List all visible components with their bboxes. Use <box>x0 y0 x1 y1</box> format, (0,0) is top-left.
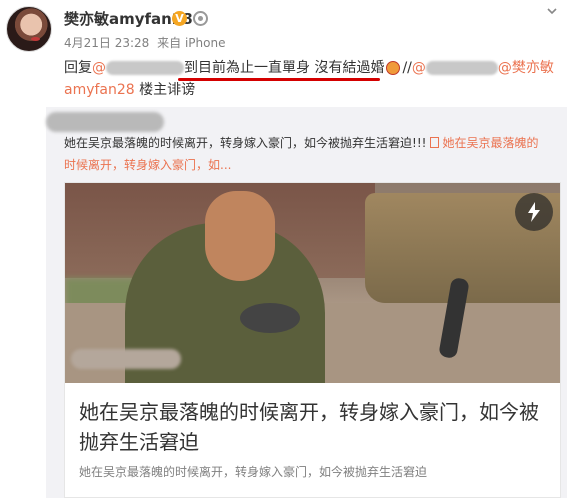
blurred-username-2 <box>425 61 498 75</box>
angry-emoji-icon <box>386 61 401 75</box>
red-underline-annotation <box>178 78 380 81</box>
repost-link-cont[interactable]: 时候离开，转身嫁入豪门，如... <box>64 157 231 173</box>
mention-author[interactable]: @樊亦敏 <box>498 60 554 76</box>
post-text-line2: amyfan28 楼主诽谤 <box>64 80 195 100</box>
chevron-down-icon[interactable] <box>545 5 559 19</box>
repost-body: 她在吴京最落魄的时候离开，转身嫁入豪门，如今被抛弃生活窘迫!!! <box>64 136 427 150</box>
highlighted-text: 到目前為止一直單身 沒有結過婚 <box>184 60 385 76</box>
mention-at[interactable]: @ <box>92 60 106 76</box>
verified-icon: V <box>172 11 187 26</box>
mention-author-cont[interactable]: amyfan28 <box>64 82 135 98</box>
reply-prefix: 回复 <box>64 60 92 76</box>
article-title[interactable]: 她在吴京最落魄的时候离开，转身嫁入豪门，如今被抛弃生活窘迫 <box>79 397 549 457</box>
lightning-icon[interactable] <box>515 193 553 231</box>
post-text-line1: 回复@ 到目前為止一直單身 沒有結過婚//@ @樊亦敏 <box>64 58 554 78</box>
post-meta: 4月21日 23:28 来自 iPhone <box>64 35 229 51</box>
blurred-watermark <box>71 349 181 369</box>
weibo-post: 樊亦敏amyfan28 V 4月21日 23:28 来自 iPhone 回复@ 到… <box>0 0 567 498</box>
blurred-repost-author <box>46 112 164 132</box>
article-link-icon[interactable] <box>430 137 440 148</box>
mention-at-2[interactable]: @ <box>412 60 426 76</box>
article-photo[interactable] <box>65 183 560 383</box>
post-text-tail: 楼主诽谤 <box>134 82 196 98</box>
article-link[interactable]: 她在吴京最落魄的 <box>442 136 538 150</box>
article-card[interactable]: 她在吴京最落魄的时候离开，转身嫁入豪门，如今被抛弃生活窘迫 她在吴京最落魄的时候… <box>64 182 561 498</box>
avatar[interactable] <box>6 6 52 52</box>
repost-text: 她在吴京最落魄的时候离开，转身嫁入豪门，如今被抛弃生活窘迫!!! 她在吴京最落魄的 <box>64 135 538 151</box>
blurred-username <box>106 61 184 75</box>
article-description: 她在吴京最落魄的时候离开，转身嫁入豪门，如今被抛弃生活窘迫 <box>79 465 428 479</box>
post-source: 来自 iPhone <box>157 36 226 50</box>
post-time[interactable]: 4月21日 23:28 <box>64 36 149 50</box>
repost-separator: // <box>402 60 412 76</box>
member-level-icon[interactable] <box>193 11 208 26</box>
